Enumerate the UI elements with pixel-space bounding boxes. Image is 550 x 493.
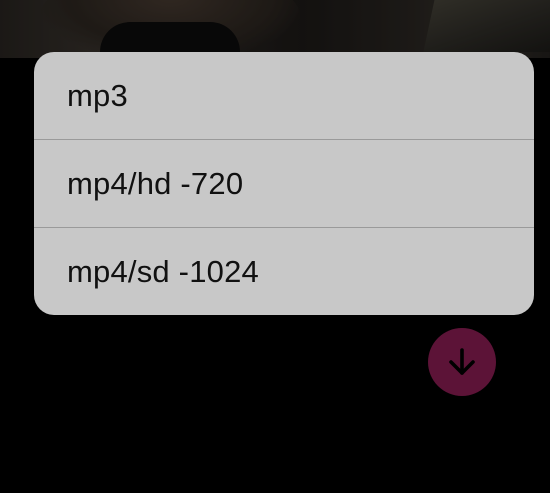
video-thumbnail <box>0 0 550 58</box>
download-button[interactable] <box>428 328 496 396</box>
format-option-label: mp4/hd -720 <box>67 165 244 201</box>
arrow-down-icon <box>449 348 475 375</box>
screen: mp3 mp4/hd -720 mp4/sd -1024 <box>0 0 550 493</box>
format-option-mp4-hd[interactable]: mp4/hd -720 <box>34 140 534 227</box>
format-option-mp3[interactable]: mp3 <box>34 52 534 139</box>
format-option-label: mp4/sd -1024 <box>67 253 259 289</box>
dim-overlay <box>0 0 550 58</box>
format-option-label: mp3 <box>67 77 128 113</box>
format-option-mp4-sd[interactable]: mp4/sd -1024 <box>34 228 534 315</box>
format-menu: mp3 mp4/hd -720 mp4/sd -1024 <box>34 52 534 315</box>
